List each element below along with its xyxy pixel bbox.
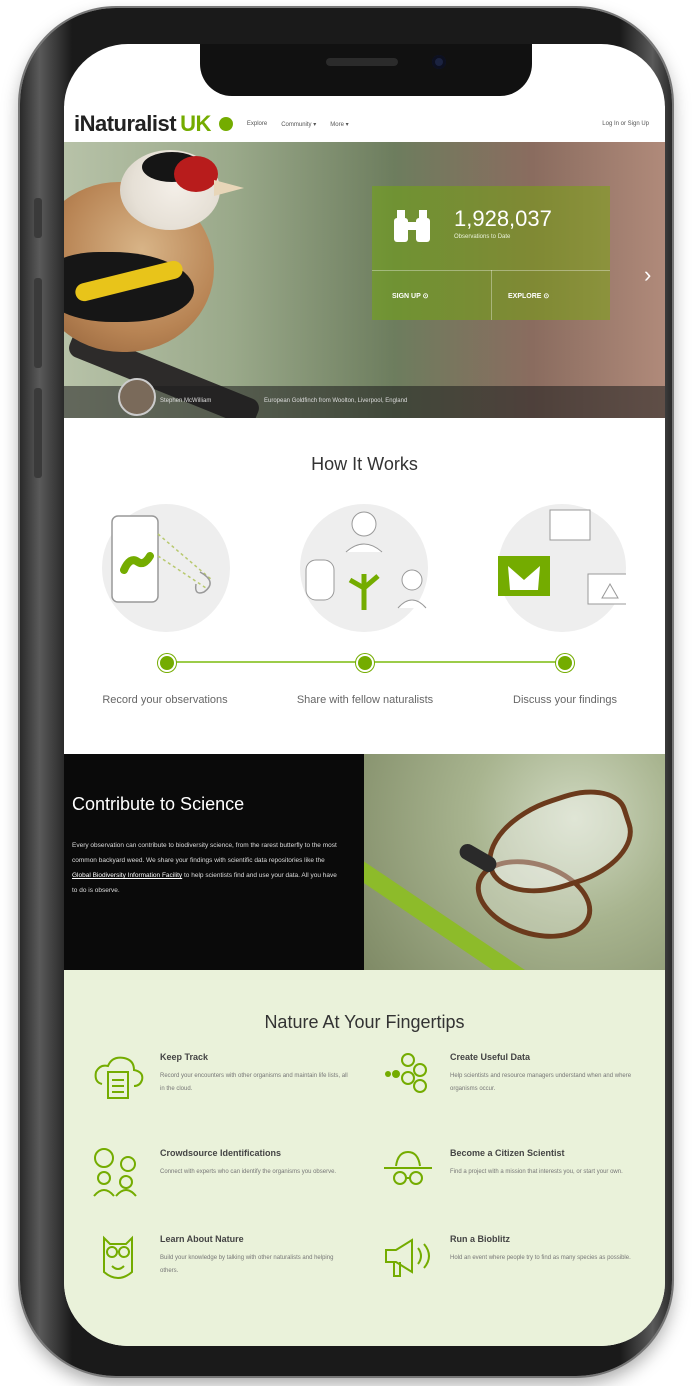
contribute-title: Contribute to Science	[72, 794, 245, 814]
butterfly-image	[364, 754, 665, 970]
observations-count: 1,928,037	[454, 206, 552, 231]
how-it-works-section: How It Works Record your observations Sh…	[64, 418, 665, 754]
feature-desc: Hold an event where people try to find a…	[450, 1255, 631, 1261]
feature-heading: Crowdsource Identifications	[160, 1148, 282, 1158]
volume-up-button	[34, 278, 42, 368]
speaker	[326, 58, 398, 66]
caption-text[interactable]: European Goldfinch from Woolton, Liverpo…	[264, 398, 407, 404]
nav-more[interactable]: More ▾	[330, 121, 348, 128]
feature-desc: Find a project with a mission that inter…	[450, 1169, 623, 1175]
people-chat-icon	[93, 1148, 137, 1197]
feature-crowdsource-ids: Crowdsource Identifications Connect with…	[92, 1146, 372, 1216]
contribute-section: Contribute to Science Every observation …	[64, 754, 364, 970]
share-illustration	[300, 504, 428, 632]
owl-icon	[103, 1235, 133, 1279]
nav-community[interactable]: Community ▾	[281, 121, 316, 128]
step-discuss: Discuss your findings	[513, 694, 617, 706]
feature-bioblitz: Run a Bioblitz Hold an event where peopl…	[382, 1232, 662, 1302]
observations-label: Observations to Date	[454, 234, 511, 240]
feature-heading: Learn About Nature	[160, 1234, 244, 1244]
feature-keep-track: Keep Track Record your encounters with o…	[92, 1050, 372, 1120]
caption-user[interactable]: Stephen McWilliam	[160, 398, 211, 404]
step-share: Share with fellow naturalists	[296, 694, 434, 706]
feature-heading: Run a Bioblitz	[450, 1234, 510, 1244]
discuss-icon	[492, 509, 629, 605]
feature-desc: Build your knowledge by talking with oth…	[160, 1255, 334, 1274]
panel-divider-vertical	[491, 270, 492, 320]
feature-heading: Keep Track	[160, 1052, 209, 1062]
hero-banner: 1,928,037 Observations to Date SIGN UP ⊙…	[64, 142, 665, 418]
mute-switch	[34, 198, 42, 238]
notch	[200, 44, 532, 96]
observations-panel: 1,928,037 Observations to Date SIGN UP ⊙…	[372, 186, 610, 320]
scientist-icon	[384, 1150, 432, 1185]
feature-desc: Help scientists and resource managers un…	[450, 1073, 632, 1092]
next-slide-arrow-icon[interactable]: ›	[644, 262, 651, 288]
feature-learn-nature: Learn About Nature Build your knowledge …	[92, 1232, 372, 1302]
bird-red-face	[174, 156, 218, 192]
logo-uk: UK	[180, 111, 211, 136]
discuss-illustration	[492, 504, 629, 632]
naturalists-icon	[305, 511, 427, 610]
how-it-works-title: How It Works	[311, 454, 418, 474]
step-record: Record your observations	[102, 694, 228, 706]
step-dot	[158, 654, 176, 672]
contribute-text-pre: Every observation can contribute to biod…	[72, 842, 337, 864]
photographer-avatar[interactable]	[118, 378, 156, 416]
front-camera	[432, 55, 446, 69]
step-dot	[556, 654, 574, 672]
bird-beak	[214, 180, 244, 196]
cloud-list-icon	[94, 1056, 144, 1099]
record-illustration	[102, 504, 230, 632]
contribute-text: Every observation can contribute to biod…	[72, 838, 342, 898]
feature-desc: Record your encounters with other organi…	[160, 1073, 348, 1092]
login-link[interactable]: Log In or Sign Up	[602, 121, 649, 127]
logo-text: iNaturalist	[74, 111, 177, 136]
feature-citizen-scientist: Become a Citizen Scientist Find a projec…	[382, 1146, 662, 1216]
explore-button[interactable]: EXPLORE ⊙	[508, 292, 549, 300]
phone-screen: iNaturalist UK Explore Community ▾ More ▾…	[64, 44, 665, 1346]
sign-up-button[interactable]: SIGN UP ⊙	[392, 292, 428, 300]
megaphone-icon	[385, 1238, 430, 1277]
phone-caterpillar-icon	[111, 515, 213, 603]
nav-explore[interactable]: Explore	[247, 121, 267, 128]
feature-heading: Become a Citizen Scientist	[450, 1148, 565, 1158]
gbif-link[interactable]: Global Biodiversity Information Facility	[72, 872, 182, 879]
step-dot	[356, 654, 374, 672]
data-cluster-icon	[385, 1053, 427, 1093]
feature-heading: Create Useful Data	[450, 1052, 531, 1062]
logo-badge-icon	[218, 117, 233, 131]
nature-title: Nature At Your Fingertips	[264, 1012, 465, 1032]
site-header: iNaturalist UK Explore Community ▾ More ▾…	[64, 106, 665, 143]
nature-section: Nature At Your Fingertips Keep Track Rec…	[64, 970, 665, 1346]
main-nav: Explore Community ▾ More ▾	[247, 121, 349, 128]
site-logo[interactable]: iNaturalist UK	[74, 111, 211, 137]
volume-down-button	[34, 388, 42, 478]
feature-desc: Connect with experts who can identify th…	[160, 1169, 337, 1175]
feature-create-useful-data: Create Useful Data Help scientists and r…	[382, 1050, 662, 1120]
binoculars-icon	[394, 210, 430, 242]
